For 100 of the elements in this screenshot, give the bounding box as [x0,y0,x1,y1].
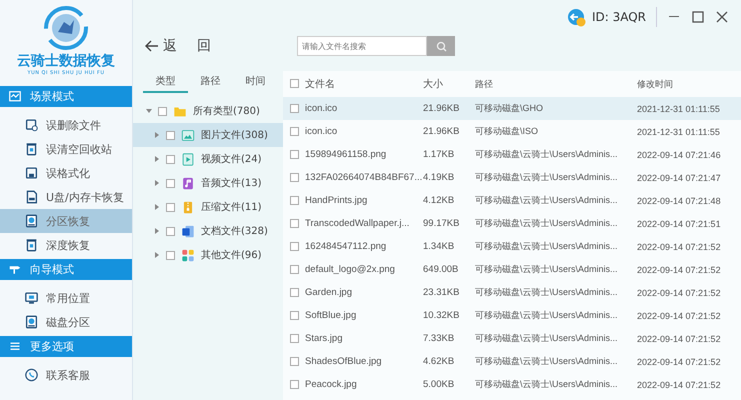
tab[interactable]: 路径 [188,71,233,93]
back-button[interactable]: 返 [145,37,177,55]
sidebar-item[interactable]: 误删除文件 [0,113,132,137]
table-cell: Stars.jpg [305,333,342,344]
checkbox[interactable] [290,334,299,343]
tree-item[interactable]: 压缩文件(11) [133,195,283,219]
checkbox[interactable] [158,106,167,116]
tree-item[interactable]: 文档文件(328) [133,219,283,243]
close-button[interactable] [715,10,729,24]
table-row[interactable]: TranscodedWallpaper.j... 99.17KB 可移动磁盘\云骑士\Users\Adminis... 2022-09-14 07:21:51 [283,212,741,235]
table-cell: 4.19KB [423,172,454,183]
user-id: ID: 3AQR [592,10,646,24]
phone-icon [25,368,38,382]
table-cell: 2022-09-14 07:21:52 [637,334,721,344]
table-row[interactable]: Peacock.jpg 5.00KB 可移动磁盘\云骑士\Users\Adminis... 2022-09-14 07:21:52 [283,373,741,396]
tree-item[interactable]: 图片文件(308) [133,123,283,147]
column-header: 大小 [423,78,443,91]
sidebar-item[interactable]: 深度恢复 [0,233,132,257]
table-row[interactable]: default_logo@2x.png 649.00B 可移动磁盘\云骑士\Users\Adminis... 2022-09-14 07:21:52 [283,258,741,281]
table-cell: 2022-09-14 07:21:46 [637,150,721,160]
table-row[interactable]: icon.ico 21.96KB 可移动磁盘\GHO 2021-12-31 01:11:55 [283,97,741,120]
table-row[interactable]: HandPrints.jpg 4.12KB 可移动磁盘\云骑士\Users\Adminis... 2022-09-14 07:21:48 [283,189,741,212]
sidebar-item[interactable]: 误格式化 [0,161,132,185]
checkbox[interactable] [166,202,175,212]
table-cell: HandPrints.jpg [305,195,368,206]
tab[interactable]: 类型 [143,71,188,93]
table-cell: 可移动磁盘\云骑士\Users\Adminis... [475,217,618,230]
table-row[interactable]: Garden.jpg 23.31KB 可移动磁盘\云骑士\Users\Adminis... 2022-09-14 07:21:52 [283,281,741,304]
sidebar-item[interactable]: 误清空回收站 [0,137,132,161]
back-label[interactable]: 回 [189,37,211,55]
grid-icon [181,248,195,262]
checkbox[interactable] [290,288,299,297]
menu-icon [8,340,22,352]
column-header: 文件名 [305,78,335,91]
tab[interactable]: 时间 [233,71,278,93]
folder-icon [173,104,187,118]
checkbox[interactable] [290,79,299,88]
checkbox[interactable] [166,154,175,164]
expand-arrow-icon[interactable] [153,132,160,138]
table-row[interactable]: 132FA02664074B84BF67...4.19KB 可移动磁盘\云骑士\Users\Adminis... 2022-09-14 07:21:47 [283,166,741,189]
table-cell: 2021-12-31 01:11:55 [637,126,720,136]
tree-label: 图片文件(308) [201,128,268,142]
user-badge-icon [566,6,586,26]
sidebar-item[interactable]: 常用位置 [0,286,132,310]
table-cell: 可移动磁盘\ISO [475,125,538,138]
checkbox[interactable] [166,250,175,260]
search-button[interactable] [427,36,455,56]
sidebar-item[interactable]: 磁盘分区 [0,310,132,334]
tree-item[interactable]: 所有类型(780) [133,99,283,123]
table-cell: 159894961158.png [305,149,386,160]
table-cell: 可移动磁盘\云骑士\Users\Adminis... [475,355,618,368]
tree-item[interactable]: 音频文件(13) [133,171,283,195]
expand-arrow-icon[interactable] [153,252,160,258]
sidebar-item[interactable]: 联系客服 [0,363,132,387]
expand-arrow-icon[interactable] [153,156,160,162]
tree-item[interactable]: 其他文件(96) [133,243,283,267]
checkbox[interactable] [166,226,175,236]
collapse-arrow-icon[interactable] [145,108,152,114]
hard-drive-icon [25,214,38,228]
expand-arrow-icon[interactable] [153,228,160,234]
table-cell: icon.ico [305,126,338,137]
table-cell: 2022-09-14 07:21:52 [637,264,721,274]
table-cell: 21.96KB [423,103,460,114]
checkbox[interactable] [290,380,299,389]
table-cell: 可移动磁盘\云骑士\Users\Adminis... [475,286,618,299]
table-row[interactable]: 162484547112.png 1.34KB 可移动磁盘\云骑士\Users\Adminis... 2022-09-14 07:21:52 [283,235,741,258]
tree-item[interactable]: 视频文件(24) [133,147,283,171]
search-field[interactable]: 请输入文件名搜索 [297,36,427,56]
sidebar-item[interactable]: U盘/内存卡恢复 [0,185,132,209]
checkbox[interactable] [290,150,299,159]
table-row[interactable]: ShadesOfBlue.jpg 4.62KB 可移动磁盘\云骑士\Users\Adminis... 2022-09-14 07:21:52 [283,350,741,373]
checkbox[interactable] [290,126,299,136]
checkbox[interactable] [290,264,299,274]
trash-bin-icon [25,238,38,252]
checkbox[interactable] [290,172,299,182]
checkbox[interactable] [290,310,299,320]
document-icon [181,224,195,238]
expand-arrow-icon[interactable] [153,204,160,210]
trash-bin-icon [25,142,38,156]
table-row[interactable]: 159894961158.png 1.17KB 可移动磁盘\云骑士\Users\Adminis... 2022-09-14 07:21:46 [283,143,741,166]
tree-label: 音频文件(13) [201,176,262,190]
table-row[interactable]: icon.ico 21.96KB 可移动磁盘\ISO 2021-12-31 01:11:55 [283,120,741,143]
table-row[interactable]: Stars.jpg 7.33KB 可移动磁盘\云骑士\Users\Adminis... 2022-09-14 07:21:52 [283,327,741,350]
expand-arrow-icon[interactable] [153,180,160,186]
minimize-icon [669,16,679,18]
checkbox[interactable] [166,178,175,188]
table-row[interactable]: SoftBlue.jpg 10.32KB 可移动磁盘\云骑士\Users\Adminis... 2022-09-14 07:21:52 [283,304,741,327]
checkbox[interactable] [290,104,299,113]
table-cell: 可移动磁盘\云骑士\Users\Adminis... [475,309,618,322]
checkbox[interactable] [290,218,299,228]
maximize-button[interactable] [691,10,705,24]
table-cell: 5.00KB [423,379,454,390]
checkbox[interactable] [290,356,299,366]
checkbox[interactable] [290,196,299,205]
checkbox[interactable] [166,130,175,140]
hard-drive-icon [25,315,38,329]
checkbox[interactable] [290,242,299,251]
table-cell: 可移动磁盘\云骑士\Users\Adminis... [475,378,618,391]
tree-label: 其他文件(96) [201,248,262,262]
memory-card-icon [25,190,38,204]
